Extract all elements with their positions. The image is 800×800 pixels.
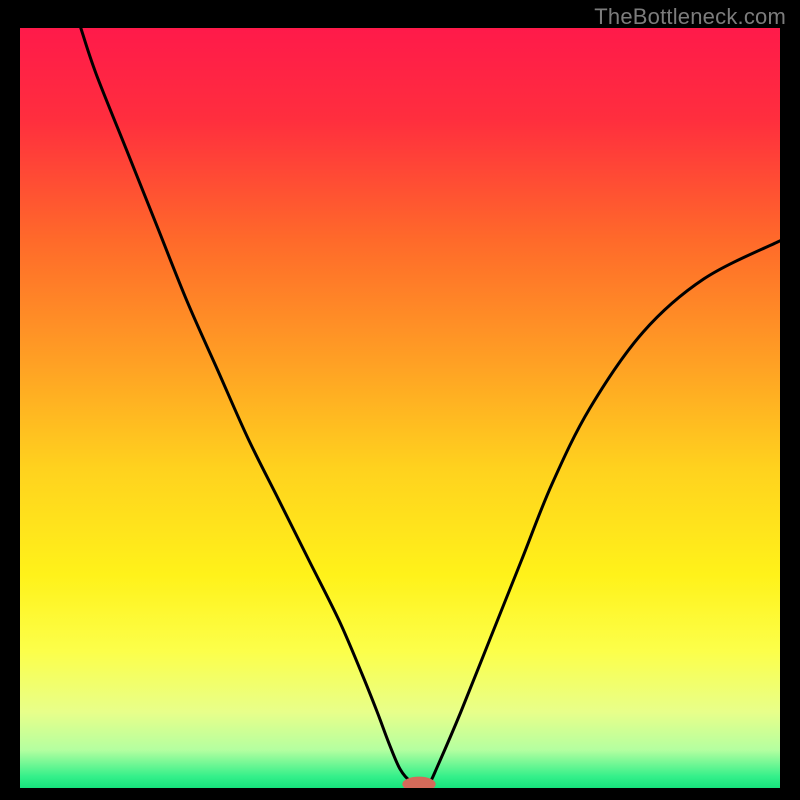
plot-area (20, 28, 780, 788)
gradient-background (20, 28, 780, 788)
watermark-text: TheBottleneck.com (594, 4, 786, 30)
bottleneck-chart (20, 28, 780, 788)
chart-frame: TheBottleneck.com (0, 0, 800, 800)
